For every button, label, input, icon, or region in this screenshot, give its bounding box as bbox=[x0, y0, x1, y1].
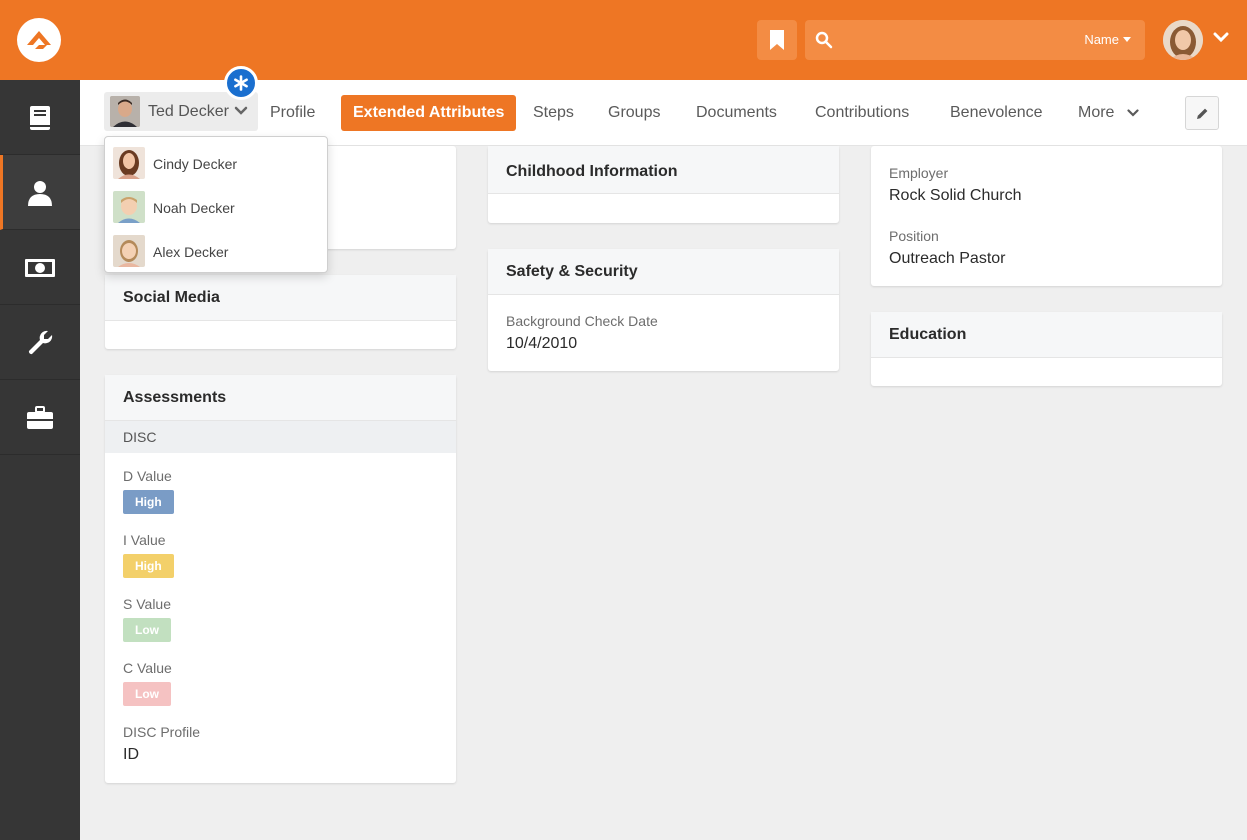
search-filter-label: Name bbox=[1084, 32, 1119, 47]
card-title: Childhood Information bbox=[488, 146, 839, 194]
field-label: Background Check Date bbox=[506, 313, 658, 329]
search-input[interactable] bbox=[843, 25, 1063, 55]
card-title: Social Media bbox=[105, 275, 456, 321]
sidebar-item-business[interactable] bbox=[0, 380, 80, 455]
disc-field-i: I Value High bbox=[123, 532, 174, 578]
tab-steps[interactable]: Steps bbox=[521, 95, 586, 131]
status-badge: Low bbox=[123, 682, 171, 706]
card-employment: Employer Rock Solid Church Position Outr… bbox=[871, 146, 1222, 286]
field-label: C Value bbox=[123, 660, 172, 676]
field-label: I Value bbox=[123, 532, 166, 548]
disc-field-d: D Value High bbox=[123, 468, 174, 514]
bookmark-icon bbox=[770, 30, 784, 50]
field-value: Outreach Pastor bbox=[889, 250, 1006, 267]
field-value: ID bbox=[123, 746, 139, 763]
tab-more[interactable]: More bbox=[1066, 95, 1151, 131]
asterisk-icon bbox=[234, 75, 248, 91]
card-assessments: Assessments DISC D Value High I Value Hi… bbox=[105, 375, 456, 783]
chevron-down-icon bbox=[234, 106, 248, 115]
field-label: D Value bbox=[123, 468, 172, 484]
card-safety-security: Safety & Security Background Check Date … bbox=[488, 249, 839, 371]
sidebar-item-tools-book[interactable] bbox=[0, 80, 80, 155]
background-check-field: Background Check Date 10/4/2010 bbox=[506, 313, 658, 353]
person-name: Ted Decker bbox=[148, 103, 229, 120]
family-member-item[interactable]: Alex Decker bbox=[105, 228, 327, 272]
family-member-item[interactable]: Cindy Decker bbox=[105, 140, 327, 184]
person-icon bbox=[28, 181, 52, 206]
rock-logo-icon[interactable] bbox=[17, 18, 61, 62]
pencil-icon bbox=[1197, 108, 1208, 119]
status-badge: High bbox=[123, 554, 174, 578]
card-title: Assessments bbox=[105, 375, 456, 421]
status-badge: High bbox=[123, 490, 174, 514]
card-childhood-information: Childhood Information bbox=[488, 146, 839, 223]
tab-profile[interactable]: Profile bbox=[258, 95, 327, 131]
field-label: DISC Profile bbox=[123, 724, 201, 740]
top-bar: Name bbox=[0, 0, 1247, 80]
employer-field: Employer Rock Solid Church bbox=[889, 165, 1022, 205]
status-badge: Low bbox=[123, 618, 171, 642]
disc-subheading: DISC bbox=[105, 421, 456, 453]
family-dropdown-menu: Cindy Decker Noah Decker Alex Decker bbox=[104, 136, 328, 273]
sidebar-item-finance[interactable] bbox=[0, 230, 80, 305]
field-label: S Value bbox=[123, 596, 171, 612]
book-icon bbox=[30, 106, 50, 130]
search-filter-dropdown[interactable]: Name bbox=[1084, 32, 1131, 47]
wrench-icon bbox=[28, 330, 53, 355]
field-label: Position bbox=[889, 228, 939, 244]
avatar bbox=[113, 191, 145, 223]
tab-groups[interactable]: Groups bbox=[596, 95, 672, 131]
family-member-name: Cindy Decker bbox=[153, 156, 238, 172]
tab-contributions[interactable]: Contributions bbox=[803, 95, 921, 131]
disc-field-s: S Value Low bbox=[123, 596, 171, 642]
family-member-name: Noah Decker bbox=[153, 200, 235, 216]
sidebar-item-admin-tools[interactable] bbox=[0, 305, 80, 380]
sidebar-item-people[interactable] bbox=[0, 155, 80, 230]
field-label: Employer bbox=[889, 165, 949, 181]
family-member-item[interactable]: Noah Decker bbox=[105, 184, 327, 228]
current-user-avatar[interactable] bbox=[1163, 20, 1203, 60]
card-education: Education bbox=[871, 312, 1222, 386]
edit-button[interactable] bbox=[1185, 96, 1219, 130]
chevron-down-icon bbox=[1127, 109, 1139, 117]
money-icon bbox=[25, 259, 55, 277]
field-value: Rock Solid Church bbox=[889, 187, 1022, 204]
card-social-media: Social Media bbox=[105, 275, 456, 349]
card-title: Safety & Security bbox=[488, 249, 839, 295]
tab-benevolence[interactable]: Benevolence bbox=[938, 95, 1055, 131]
person-avatar bbox=[110, 96, 140, 127]
disc-profile-field: DISC Profile ID bbox=[123, 724, 200, 764]
position-field: Position Outreach Pastor bbox=[889, 228, 1006, 268]
avatar bbox=[113, 235, 145, 267]
briefcase-icon bbox=[27, 406, 53, 429]
asterisk-badge bbox=[224, 66, 258, 100]
search-bar: Name bbox=[805, 20, 1145, 60]
search-icon bbox=[815, 31, 833, 49]
avatar bbox=[113, 147, 145, 179]
sidebar bbox=[0, 80, 80, 840]
card-title: Education bbox=[871, 312, 1222, 358]
tab-more-label: More bbox=[1078, 104, 1115, 121]
bookmark-button[interactable] bbox=[757, 20, 797, 60]
tab-documents[interactable]: Documents bbox=[684, 95, 789, 131]
chevron-down-icon[interactable] bbox=[1213, 32, 1229, 44]
tab-extended-attributes[interactable]: Extended Attributes bbox=[341, 95, 517, 131]
disc-field-c: C Value Low bbox=[123, 660, 172, 706]
field-value: 10/4/2010 bbox=[506, 335, 578, 352]
caret-down-icon bbox=[1123, 37, 1131, 42]
family-member-name: Alex Decker bbox=[153, 244, 229, 260]
